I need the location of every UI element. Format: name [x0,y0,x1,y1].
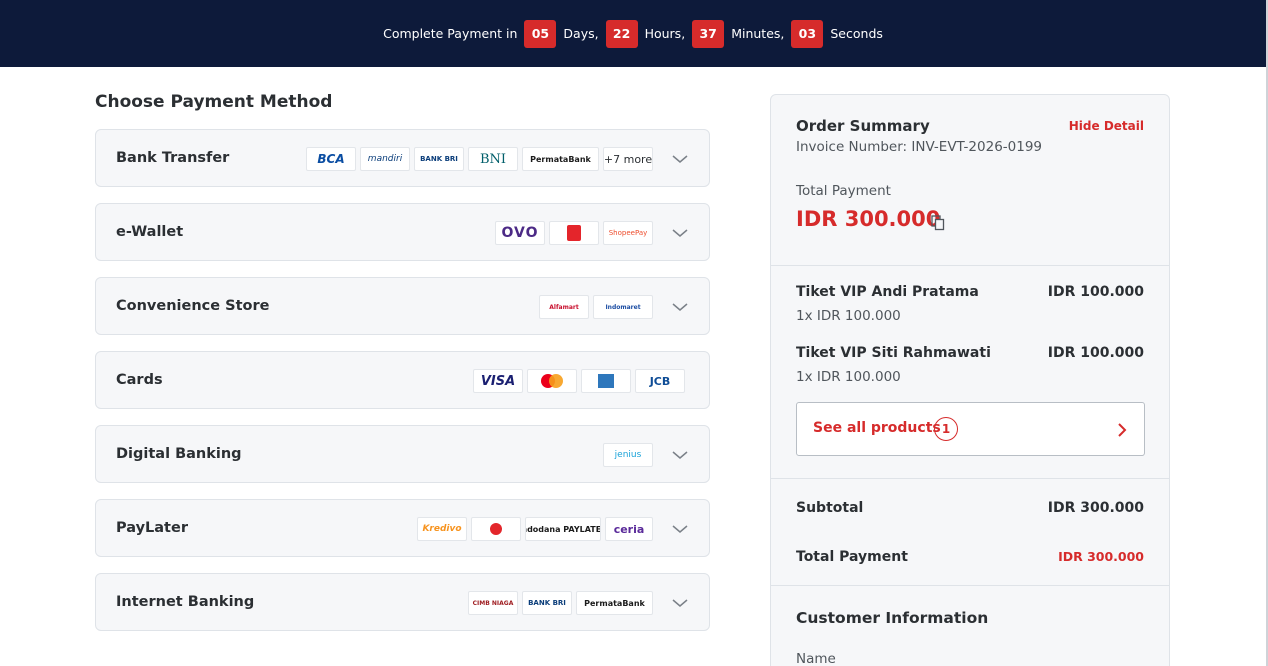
countdown-minutes-label: Minutes, [731,26,785,41]
product-quantity: 1x IDR 100.000 [796,369,901,385]
product-price: IDR 100.000 [1047,345,1144,361]
ovo-logo: OVO [495,221,545,245]
jenius-logo: jenius [603,443,653,467]
subtotal-label: Subtotal [796,500,864,516]
countdown-minutes: 37 [692,19,725,48]
mastercard-logo [527,369,577,393]
indodana-logo: indodana PAYLATER [525,517,601,541]
divider [771,265,1169,266]
customer-info-title: Customer Information [796,609,989,627]
method-bank-transfer[interactable]: Bank Transfer BCA mandiri BANK BRI BNI P… [95,129,710,187]
method-name: Bank Transfer [116,150,230,166]
order-summary-title: Order Summary [796,117,930,135]
method-logos: OVO ShopeePay [495,221,653,245]
copy-icon[interactable] [931,215,945,231]
method-name: Convenience Store [116,298,270,314]
chevron-right-icon [1118,423,1127,437]
countdown-seconds-label: Seconds [830,26,883,41]
subtotal-value: IDR 300.000 [1047,500,1144,516]
chevron-down-icon[interactable] [671,446,689,464]
permata-logo: PermataBank [522,147,599,171]
alfamart-logo: Alfamart [539,295,589,319]
bni-logo: BNI [468,147,518,171]
countdown-hours: 22 [605,19,638,48]
total-row-value: IDR 300.000 [1058,549,1144,564]
method-logos: BCA mandiri BANK BRI BNI PermataBank +7 … [306,147,653,171]
bca-logo: BCA [306,147,356,171]
permata-logo: PermataBank [576,591,653,615]
countdown-hours-label: Hours, [644,26,686,41]
method-logos: Kredivo indodana PAYLATER ceria [417,517,653,541]
order-summary-panel: Order Summary Hide Detail Invoice Number… [770,94,1170,666]
method-logos: CIMB NIAGA BANK BRI PermataBank [468,591,653,615]
divider [771,478,1169,479]
total-row-label: Total Payment [796,549,908,565]
cimb-niaga-logo: CIMB NIAGA [468,591,518,615]
products-count-badge: 1 [934,417,958,441]
visa-logo: VISA [473,369,523,393]
countdown-days-label: Days, [563,26,599,41]
akulaku-logo [471,517,521,541]
method-paylater[interactable]: PayLater Kredivo indodana PAYLATER ceria [95,499,710,557]
product-name: Tiket VIP Andi Pratama [796,284,979,300]
method-name: Internet Banking [116,594,255,610]
amex-logo [581,369,631,393]
hide-detail-link[interactable]: Hide Detail [1069,119,1144,133]
divider [771,585,1169,586]
chevron-down-icon[interactable] [671,150,689,168]
see-all-products-label: See all products [813,420,941,436]
chevron-down-icon[interactable] [671,224,689,242]
customer-name-label: Name [796,651,836,666]
bri-logo: BANK BRI [414,147,464,171]
product-price: IDR 100.000 [1047,284,1144,300]
mandiri-logo: mandiri [360,147,410,171]
countdown-days: 05 [524,19,557,48]
total-payment-label: Total Payment [796,183,891,199]
bri-logo: BANK BRI [522,591,572,615]
method-internet-banking[interactable]: Internet Banking CIMB NIAGA BANK BRI Per… [95,573,710,631]
method-logos: VISA JCB [473,369,685,393]
invoice-number: Invoice Number: INV-EVT-2026-0199 [796,139,1043,155]
payment-method-list: Bank Transfer BCA mandiri BANK BRI BNI P… [95,129,710,647]
ceria-logo: ceria [605,517,653,541]
chevron-down-icon[interactable] [671,594,689,612]
see-all-products-button[interactable]: See all products 1 [796,402,1145,456]
product-name: Tiket VIP Siti Rahmawati [796,345,991,361]
chevron-down-icon[interactable] [671,298,689,316]
method-logos: jenius [603,443,653,467]
more-banks-badge: +7 more [603,147,653,171]
method-name: Cards [116,372,163,388]
linkaja-logo [549,221,599,245]
jcb-logo: JCB [635,369,685,393]
chevron-down-icon[interactable] [671,520,689,538]
method-name: Digital Banking [116,446,242,462]
product-quantity: 1x IDR 100.000 [796,308,901,324]
method-e-wallet[interactable]: e-Wallet OVO ShopeePay [95,203,710,261]
shopeepay-logo: ShopeePay [603,221,653,245]
countdown-prefix: Complete Payment in [383,26,518,41]
method-logos: Alfamart Indomaret [539,295,653,319]
countdown-seconds: 03 [791,19,824,48]
total-payment-amount: IDR 300.000 [796,207,941,231]
method-name: e-Wallet [116,224,184,240]
indomaret-logo: Indomaret [593,295,653,319]
method-digital-banking[interactable]: Digital Banking jenius [95,425,710,483]
kredivo-logo: Kredivo [417,517,467,541]
payment-method-title: Choose Payment Method [95,92,333,112]
method-cards[interactable]: Cards VISA JCB [95,351,710,409]
payment-countdown-bar: Complete Payment in 05 Days, 22 Hours, 3… [0,0,1266,67]
method-name: PayLater [116,520,188,536]
method-convenience-store[interactable]: Convenience Store Alfamart Indomaret [95,277,710,335]
